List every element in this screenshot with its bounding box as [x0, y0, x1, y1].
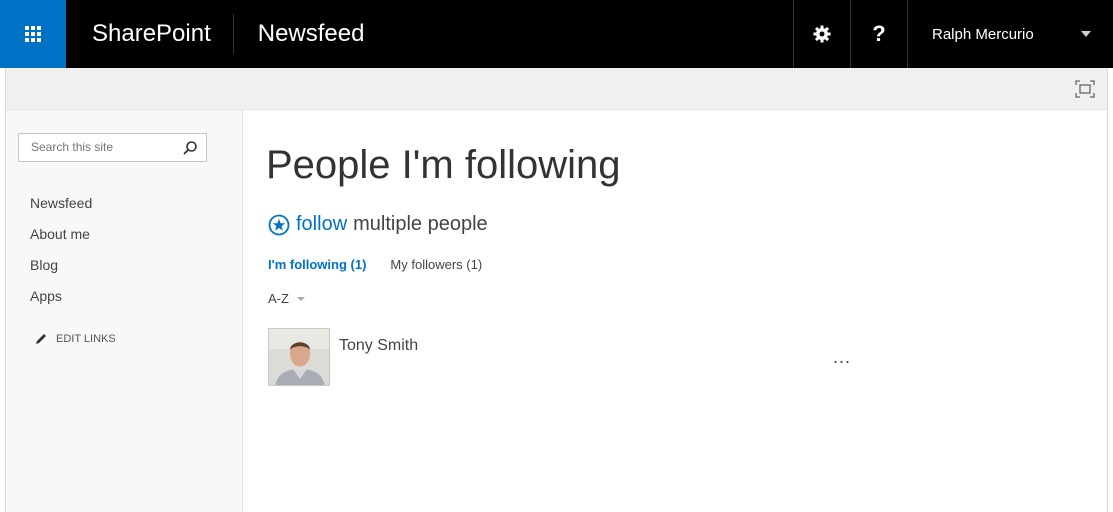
- app-launcher-icon: [25, 26, 41, 42]
- frame-edge-right: [1107, 68, 1113, 512]
- gear-icon: [813, 25, 831, 43]
- avatar[interactable]: [268, 328, 330, 386]
- edit-links-button[interactable]: EDIT LINKS: [34, 332, 116, 346]
- quick-launch: Newsfeed About me Blog Apps: [30, 193, 92, 317]
- user-name: Ralph Mercurio: [932, 25, 1034, 43]
- ribbon-bar: [6, 68, 1107, 110]
- brand-link[interactable]: SharePoint: [66, 14, 234, 54]
- sort-label: A-Z: [268, 291, 289, 306]
- sort-dropdown[interactable]: A-Z: [268, 291, 305, 306]
- help-icon: ?: [872, 21, 886, 46]
- settings-button[interactable]: [793, 0, 850, 68]
- person-name[interactable]: Tony Smith: [339, 337, 418, 355]
- search-icon[interactable]: [182, 140, 198, 156]
- nav-item-apps[interactable]: Apps: [30, 286, 92, 317]
- edit-links-label: EDIT LINKS: [56, 333, 116, 345]
- nav-item-newsfeed[interactable]: Newsfeed: [30, 193, 92, 224]
- person-photo: [269, 329, 329, 385]
- chevron-down-icon: [1081, 31, 1091, 37]
- nav-item-blog[interactable]: Blog: [30, 255, 92, 286]
- tab-im-following[interactable]: I'm following (1): [268, 257, 366, 272]
- focus-on-content-icon[interactable]: [1075, 80, 1095, 98]
- suite-bar: SharePoint Newsfeed ? Ralph Mercurio: [0, 0, 1113, 68]
- follow-link-suffix: multiple people: [353, 213, 488, 235]
- pencil-icon: [36, 334, 46, 344]
- app-launcher-button[interactable]: [0, 0, 66, 68]
- tab-my-followers[interactable]: My followers (1): [390, 257, 482, 272]
- search-box: [18, 133, 207, 162]
- follow-tabs: I'm following (1) My followers (1): [268, 257, 482, 272]
- nav-item-about-me[interactable]: About me: [30, 224, 92, 255]
- left-navigation: Newsfeed About me Blog Apps EDIT LINKS: [6, 110, 243, 512]
- star-circle-icon[interactable]: [268, 214, 290, 236]
- search-input[interactable]: [31, 140, 171, 154]
- user-menu[interactable]: Ralph Mercurio: [907, 0, 1113, 68]
- more-options-button[interactable]: ...: [833, 348, 851, 366]
- follow-multiple-people: follow multiple people: [268, 213, 488, 236]
- app-title: Newsfeed: [257, 20, 365, 47]
- follow-link[interactable]: follow: [296, 213, 347, 236]
- list-item: Tony Smith ...: [268, 328, 851, 386]
- chevron-down-icon: [296, 296, 305, 301]
- main-content: People I'm following follow multiple peo…: [243, 110, 1107, 512]
- page-title: People I'm following: [266, 143, 621, 187]
- help-button[interactable]: ?: [850, 0, 907, 68]
